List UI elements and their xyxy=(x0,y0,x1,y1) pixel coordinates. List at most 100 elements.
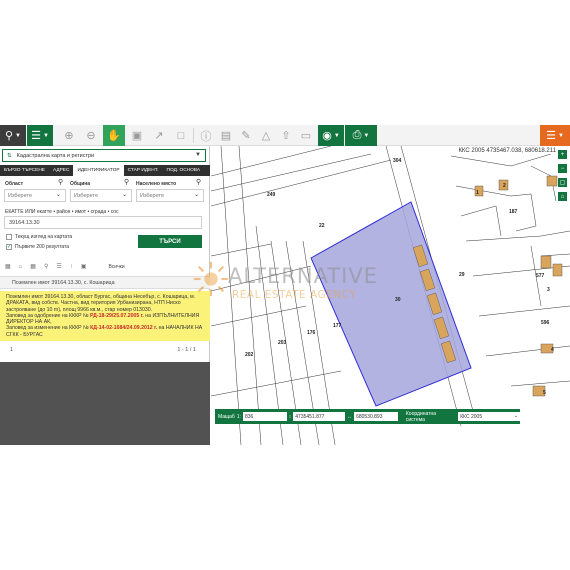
menu-icon: ☰ xyxy=(546,130,556,142)
parcel-label-304: 304 xyxy=(393,158,402,164)
oblast-select[interactable]: Изберете ⌄ xyxy=(4,189,66,202)
zoom-in-button[interactable]: ⊕ xyxy=(58,125,80,146)
cadastre-app: ⚲ ▼ ☰ ▼ ⊕ ⊖ ✋ ▣ ↗ □ ⓘ ▤ ✎ △ ⇧ ▭ ◉ ▼ ⎙ ▼ ☰ ▼ ⇅… xyxy=(0,125,570,445)
area-button[interactable]: △ xyxy=(256,125,276,146)
map-zoom-in-icon[interactable]: + xyxy=(558,150,567,159)
scale-label: Мащаб xyxy=(218,413,235,420)
coord-system-value: ККС 2005 xyxy=(460,413,483,420)
all-label[interactable]: Всички xyxy=(108,264,124,270)
map-view-button[interactable]: ▣ xyxy=(126,125,148,146)
panel-empty-area xyxy=(0,362,210,445)
tab-4[interactable]: ПОД. ОСНОВА xyxy=(163,165,205,176)
location-pin-icon: ⚲ xyxy=(58,179,64,186)
menu-button[interactable]: ☰ ▼ xyxy=(540,125,570,146)
ruler-icon: ✎ xyxy=(241,130,251,142)
info-icon: ⓘ xyxy=(200,130,212,143)
result-title: Поземлен имот 39164.13.30, с. Кошарица xyxy=(12,279,115,286)
map-home-icon[interactable]: ⌂ xyxy=(558,192,567,201)
home-icon[interactable]: ⌂ xyxy=(19,264,23,270)
parcel-label-596: 596 xyxy=(541,320,550,326)
coord-system-select[interactable]: ККС 2005 ⌄ xyxy=(458,412,520,421)
pan-button[interactable]: ✋ xyxy=(103,125,125,146)
list-icon[interactable]: ▦ xyxy=(5,263,11,270)
obshtina-select[interactable]: Изберете ⌄ xyxy=(70,189,132,202)
chevron-down-icon: ⌄ xyxy=(55,192,62,198)
bookmark-button[interactable]: □ xyxy=(170,125,192,146)
search-tool-button[interactable]: ⚲ ▼ xyxy=(0,125,26,146)
parcel-label-577: 577 xyxy=(536,273,545,279)
search-panel: ⇅ Кадастрална карта и регистри ▼ БЪРЗО Т… xyxy=(0,146,210,445)
print-button[interactable]: ⎙ ▼ xyxy=(345,125,377,146)
order1-link[interactable]: РД-18-29/25.07.2005 г. xyxy=(90,313,144,319)
layer-icon: ⇅ xyxy=(7,152,12,159)
export-button[interactable]: ↗ xyxy=(148,125,170,146)
layers-icon: ☰ xyxy=(31,130,41,142)
upload-button[interactable]: ⇧ xyxy=(276,125,296,146)
zoom-out-icon: ⊖ xyxy=(86,130,96,142)
identifier-input-value: 39164.13.30 xyxy=(9,219,40,226)
parcel-label-29: 29 xyxy=(459,272,465,278)
identifier-input[interactable]: 39164.13.30 xyxy=(4,216,202,229)
zoom-out-button[interactable]: ⊖ xyxy=(80,125,102,146)
order2-link[interactable]: КД-14-02-1684/24.09.2012 г. xyxy=(90,325,157,331)
parcel-label-3: 3 xyxy=(547,287,550,293)
oblast-select-value: Изберете xyxy=(8,192,33,199)
location-pin-icon: ⚲ xyxy=(124,179,130,186)
first-200-checkbox[interactable]: ✓ Първите 200 резултата xyxy=(6,244,69,250)
layers-icon[interactable]: ☰ xyxy=(56,263,61,270)
current-view-checkbox[interactable]: Текущ изглед на картата xyxy=(6,234,72,240)
first-200-label: Първите 200 резултата xyxy=(15,244,69,250)
location-pin-icon[interactable]: ⚲ xyxy=(44,263,48,270)
search-icon: ⚲ xyxy=(4,130,14,142)
tab-0[interactable]: БЪРЗО ТЪРСЕНЕ xyxy=(0,165,49,176)
result-card[interactable]: Поземлен имот 39164.13.30, област Бургас… xyxy=(0,291,210,341)
parcel-label-1: 1 xyxy=(476,190,479,196)
pin-icon[interactable]: ↑ xyxy=(70,264,73,270)
doc-button[interactable]: ▤ xyxy=(216,125,236,146)
location-button[interactable]: ◉ ▼ xyxy=(318,125,344,146)
x-coordinate-input[interactable]: 4735451.877 xyxy=(293,412,346,421)
print-icon: ⎙ xyxy=(352,129,362,141)
identifier-label: ЕКАТТЕ ИЛИ екатте • район • имот • сград… xyxy=(5,209,119,215)
layer-select[interactable]: ⇅ Кадастрална карта и регистри ▼ xyxy=(2,149,206,162)
tab-1[interactable]: АДРЕС xyxy=(49,165,73,176)
parcel-label-202: 202 xyxy=(245,352,254,358)
naseleno-select[interactable]: Изберете ⌄ xyxy=(136,189,204,202)
pager: 1 1 - 1 / 1 xyxy=(0,344,210,356)
result-text: Поземлен имот 39164.13.30, област Бургас… xyxy=(6,294,196,313)
obshtina-label: Община xyxy=(70,181,91,187)
grid-icon[interactable]: ▦ xyxy=(30,263,36,270)
area-icon: △ xyxy=(261,130,271,142)
map-zoom-out-icon[interactable]: − xyxy=(558,164,567,173)
scale-prefix: 1: xyxy=(236,413,241,420)
pager-right: 1 - 1 / 1 xyxy=(177,347,196,353)
parcel-label-203: 203 xyxy=(278,340,287,346)
map-fullscreen-icon[interactable]: ▢ xyxy=(558,178,567,187)
search-button[interactable]: ТЪРСИ xyxy=(138,235,202,248)
order1-prefix: Заповед за одобрение на КККР № xyxy=(6,312,89,319)
result-tools: ▦ ⌂ ▦ ⚲ ☰ ↑ ▣ Всички xyxy=(0,260,210,273)
obshtina-select-value: Изберете xyxy=(74,192,99,199)
tab-2[interactable]: ИДЕНТИФИКАТОР xyxy=(73,165,124,176)
info-button[interactable]: ⓘ xyxy=(196,125,216,146)
ruler-button[interactable]: ✎ xyxy=(236,125,256,146)
layers-button[interactable]: ☰ ▼ xyxy=(27,125,53,146)
chevron-down-icon: ⌄ xyxy=(513,413,518,419)
coordinate-bar: Мащаб 1: 836 ↕ 4735451.877 ↔ 680530.893 … xyxy=(215,409,520,424)
toolbar-divider xyxy=(193,128,194,143)
tab-3[interactable]: СТАР ИДЕНТ. xyxy=(124,165,163,176)
selected-parcel-30 xyxy=(310,201,472,407)
map-view-icon: ▣ xyxy=(131,130,143,142)
chevron-down-icon: ⌄ xyxy=(193,192,200,198)
doc-icon: ▤ xyxy=(220,130,232,142)
bookmark-icon: □ xyxy=(177,129,185,142)
folder-button[interactable]: ▭ xyxy=(296,125,316,146)
map-canvas[interactable]: 304 249 22 30 29 176 177 203 202 187 1 2… xyxy=(211,146,570,445)
y-coordinate-input[interactable]: 680530.893 xyxy=(354,412,398,421)
current-view-label: Текущ изглед на картата xyxy=(15,234,73,240)
map-icon[interactable]: ▣ xyxy=(81,263,87,270)
pager-left[interactable]: 1 xyxy=(10,347,13,353)
scale-input[interactable]: 836 xyxy=(242,412,287,421)
result-header[interactable]: Поземлен имот 39164.13.30, с. Кошарица xyxy=(0,276,210,289)
checkbox-box xyxy=(6,234,12,240)
